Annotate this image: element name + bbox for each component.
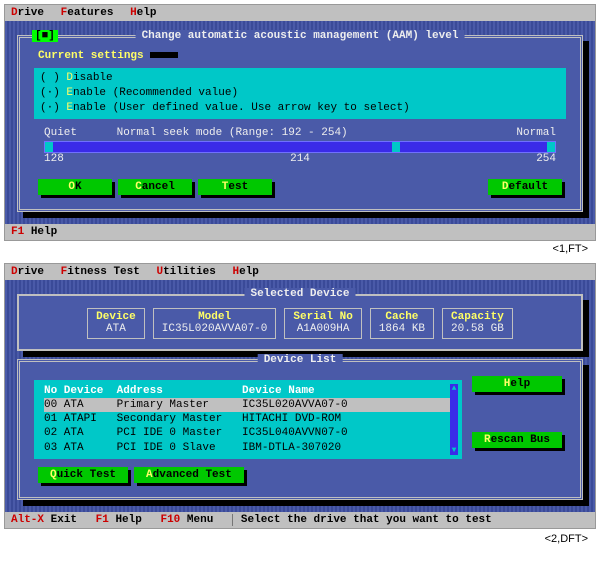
dialog-button-row: OK Cancel Test Default: [34, 179, 566, 195]
sel-device: DeviceATA: [87, 308, 145, 339]
current-settings-label: Current settings: [34, 48, 566, 64]
desktop-background: [■] Change automatic acoustic management…: [5, 21, 595, 224]
sel-model: ModelIC35L020AVVA07-0: [153, 308, 277, 339]
help-button[interactable]: Help: [472, 376, 562, 392]
menu-features[interactable]: Features: [61, 7, 114, 19]
menu-drive-2[interactable]: Drive: [11, 266, 44, 278]
device-table: No Device Address Device Name 00 ATA Pri…: [34, 380, 462, 459]
opt-enable-user[interactable]: (·) Enable (User defined value. Use arro…: [40, 101, 560, 116]
desktop-background-2: Selected Device DeviceATA ModelIC35L020A…: [5, 280, 595, 512]
label-seek-range: Normal seek mode (Range: 192 - 254): [117, 127, 348, 139]
device-list-title: Device List: [258, 354, 343, 366]
hotkey-f10[interactable]: F10: [160, 514, 180, 526]
opt-disable[interactable]: ( ) Disable: [40, 71, 560, 86]
label-normal: Normal: [516, 127, 566, 139]
test-button[interactable]: Test: [198, 179, 272, 195]
seek-slider[interactable]: [44, 141, 556, 153]
menu-bar-2: Drive Fitness Test Utilities Help: [5, 264, 595, 280]
device-row-0[interactable]: 00 ATA Primary Master IC35L020AVVA07-0: [44, 398, 450, 412]
hotkey-altx[interactable]: Alt-X: [11, 514, 44, 526]
close-icon[interactable]: [■]: [32, 30, 58, 42]
aam-options-group: ( ) Disable (·) Enable (Recommended valu…: [34, 68, 566, 119]
menu-drive[interactable]: DDriverive: [11, 7, 44, 19]
label-quiet: Quiet: [44, 127, 77, 139]
settings-indicator-icon: [150, 52, 178, 58]
seek-low: 128: [44, 153, 64, 165]
screenshot-1-caption: <1,FT>: [553, 243, 588, 255]
device-list-scrollbar[interactable]: [450, 384, 458, 455]
status-bar-2: Alt-X Exit F1 Help F10 Menu Select the d…: [5, 512, 595, 528]
menu-bar: DDriverive Features Help: [5, 5, 595, 21]
hotkey-f1-2[interactable]: F1: [96, 514, 109, 526]
screenshot-1-ft-aam: DDriverive Features Help [■] Change auto…: [4, 4, 596, 241]
status-hint: Select the drive that you want to test: [232, 514, 492, 526]
status-bar: F1 Help: [5, 224, 595, 240]
ok-button[interactable]: OK: [38, 179, 112, 195]
menu-help[interactable]: Help: [130, 7, 156, 19]
opt-enable-recommended[interactable]: (·) Enable (Recommended value): [40, 86, 560, 101]
screenshot-2-dft-main: Drive Fitness Test Utilities Help Select…: [4, 263, 596, 529]
seek-high: 254: [536, 153, 556, 165]
rescan-bus-button[interactable]: Rescan Bus: [472, 432, 562, 448]
sel-serial: Serial NoA1A009HA: [284, 308, 361, 339]
selected-device-title: Selected Device: [244, 288, 355, 300]
sel-cache: Cache1864 KB: [370, 308, 434, 339]
cancel-button[interactable]: Cancel: [118, 179, 192, 195]
screenshot-2-caption: <2,DFT>: [545, 533, 588, 545]
menu-utilities[interactable]: Utilities: [156, 266, 215, 278]
menu-help-2[interactable]: Help: [233, 266, 259, 278]
advanced-test-button[interactable]: Advanced Test: [134, 467, 244, 483]
device-list-panel: Device List No Device Address Device Nam…: [17, 359, 583, 500]
device-row-1[interactable]: 01 ATAPI Secondary Master HITACHI DVD-RO…: [44, 412, 450, 426]
sel-capacity: Capacity20.58 GB: [442, 308, 513, 339]
quick-test-button[interactable]: Quick Test: [38, 467, 128, 483]
device-table-header: No Device Address Device Name: [44, 384, 450, 398]
menu-fitness-test[interactable]: Fitness Test: [61, 266, 140, 278]
selected-device-panel: Selected Device DeviceATA ModelIC35L020A…: [17, 294, 583, 351]
device-row-3[interactable]: 03 ATA PCI IDE 0 Slave IBM-DTLA-307020: [44, 441, 450, 455]
hotkey-f1[interactable]: F1: [11, 226, 24, 238]
seek-value-row: 128 214 254: [34, 153, 566, 165]
aam-dialog: [■] Change automatic acoustic management…: [17, 35, 583, 212]
device-row-2[interactable]: 02 ATA PCI IDE 0 Master IC35L040AVVN07-0: [44, 426, 450, 440]
default-button[interactable]: Default: [488, 179, 562, 195]
seek-range-row: Quiet Normal seek mode (Range: 192 - 254…: [34, 127, 566, 139]
seek-mid: 214: [290, 153, 310, 165]
dialog-title: Change automatic acoustic management (AA…: [136, 30, 465, 42]
